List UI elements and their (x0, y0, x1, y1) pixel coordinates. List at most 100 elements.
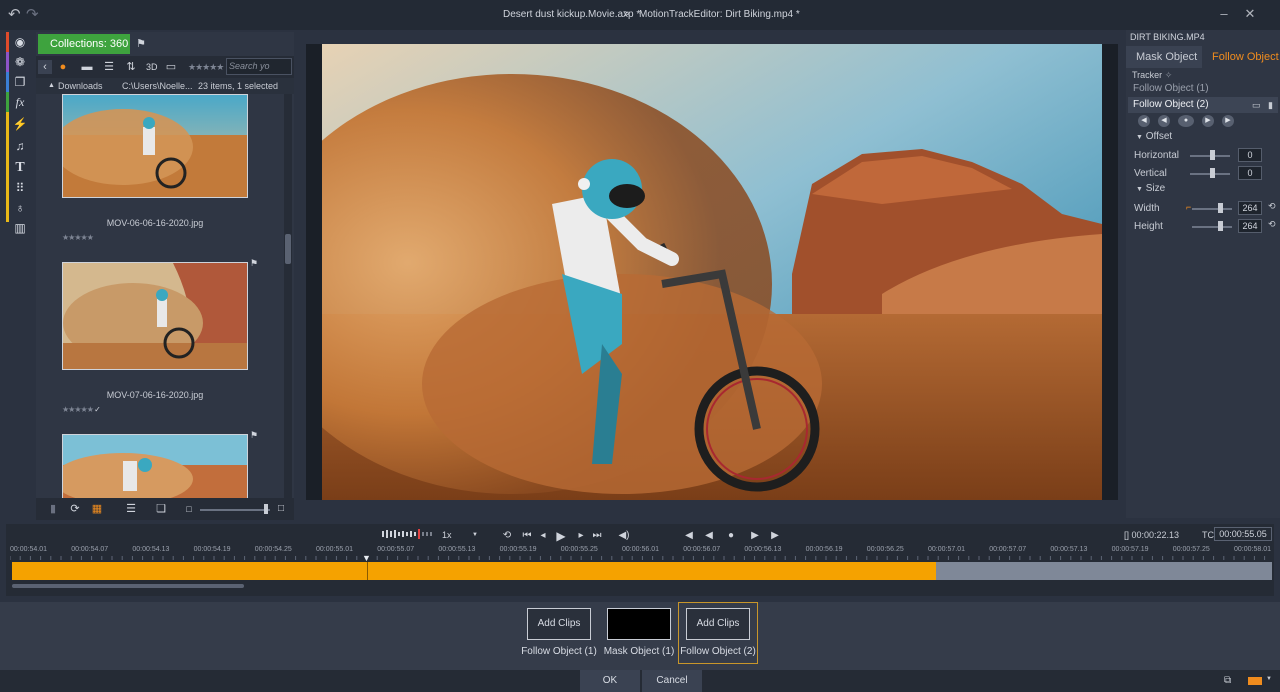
mask-object-slot[interactable] (607, 608, 671, 640)
thumbnail-2-rating[interactable]: ★★★★★ ✓ (62, 405, 101, 414)
object-row-2[interactable]: Follow Object (2) ▭ ▮ (1128, 97, 1278, 113)
thumbnail-1[interactable] (62, 94, 248, 198)
collections-button[interactable]: Collections: 360 (38, 34, 130, 54)
track-forward-icon[interactable]: ▶ (1202, 115, 1214, 127)
volume-icon[interactable]: ◀) (614, 529, 634, 543)
project-icon[interactable]: ❐ (6, 72, 34, 92)
track-toggle-icon[interactable]: ● (1178, 115, 1194, 127)
loop-icon[interactable]: ⟲ (500, 529, 514, 543)
height-reset-icon[interactable]: ⟲ (1268, 219, 1276, 230)
tab-mask-object[interactable]: Mask Object (1126, 46, 1202, 68)
music-icon[interactable]: ♫ (6, 136, 34, 156)
title-icon[interactable]: T (6, 158, 34, 178)
vertical-slider-knob[interactable] (1210, 168, 1215, 178)
tl-track-toggle-icon[interactable]: ● (724, 529, 738, 543)
large-thumb-icon[interactable]: □ (274, 502, 288, 516)
thumbnail-1-rating[interactable]: ★★★★★ (62, 233, 94, 242)
timeline-scrollbar[interactable] (12, 584, 244, 588)
delete-icon[interactable]: ▮ (46, 502, 60, 516)
small-thumb-icon[interactable]: □ (182, 502, 196, 516)
breadcrumb-project[interactable]: Desert dust kickup.Movie.axp * (503, 9, 640, 20)
layout-icon[interactable] (1248, 677, 1262, 685)
prev-frame-icon[interactable]: ◀ (1138, 115, 1150, 127)
sort-icon[interactable]: ⇅ (124, 60, 138, 74)
thumbnail-2[interactable] (62, 262, 248, 370)
height-slider[interactable] (1192, 226, 1232, 228)
go-start-icon[interactable]: ⏮ (520, 529, 534, 543)
add-clips-button-2[interactable]: Add Clips (686, 608, 750, 640)
list-view-icon[interactable]: ☰ (102, 60, 116, 74)
timeline-ruler[interactable]: 00:00:54.01 00:00:54.07 00:00:54.13 00:00:5… (10, 544, 1272, 560)
minimize-icon[interactable]: – (1214, 4, 1234, 24)
import-icon[interactable]: ◉ (6, 32, 34, 52)
width-input[interactable]: 264 (1238, 201, 1262, 215)
object-row-1[interactable]: Follow Object (1) (1128, 81, 1278, 97)
filter-icon[interactable]: ● (56, 60, 70, 74)
tl-prev-frame-icon[interactable]: ◀ (682, 529, 696, 543)
list-options-icon[interactable]: ☰ (124, 502, 138, 516)
slot-label-3: Follow Object (2) (680, 646, 756, 657)
height-input[interactable]: 264 (1238, 219, 1262, 233)
tl-next-frame-icon[interactable]: ▶ (768, 529, 782, 543)
add-tracker-icon[interactable]: ✧ (1165, 70, 1173, 80)
width-slider-knob[interactable] (1218, 203, 1223, 213)
zoom-slider[interactable] (200, 509, 270, 511)
tl-track-forward-icon[interactable]: ▶ (748, 529, 762, 543)
flag-icon[interactable]: ⚑ (134, 37, 148, 51)
size-section[interactable]: ▼ Size (1136, 183, 1165, 194)
grid-view-icon[interactable]: ▦ (90, 502, 104, 516)
height-slider-knob[interactable] (1218, 221, 1223, 231)
timecode-input[interactable]: 00:00:55.05 (1214, 527, 1272, 541)
close-icon[interactable]: ✕ (1240, 4, 1260, 24)
fullscreen-icon[interactable]: ⧉ (1224, 675, 1231, 686)
refresh-icon[interactable]: ⟳ (68, 502, 82, 516)
add-clips-button-1[interactable]: Add Clips (527, 608, 591, 640)
undo-icon[interactable]: ↶ (8, 7, 24, 23)
width-reset-icon[interactable]: ⟲ (1268, 201, 1276, 212)
track-back-icon[interactable]: ◀ (1158, 115, 1170, 127)
media-icon[interactable]: ❁ (6, 52, 34, 72)
play-icon[interactable]: ▶ (554, 529, 568, 543)
effects-icon[interactable]: fx (6, 92, 34, 112)
montage-icon[interactable]: ⠿ (6, 178, 34, 198)
thumbnail-3[interactable] (62, 434, 248, 498)
folder-icon[interactable]: ▬ (80, 60, 94, 74)
redo-icon[interactable]: ↷ (26, 7, 42, 23)
zoom-slider-knob[interactable] (264, 504, 268, 514)
tl-track-back-icon[interactable]: ◀ (702, 529, 716, 543)
rating-filter[interactable]: ★★★★★ (188, 62, 224, 73)
horizontal-slider-knob[interactable] (1210, 150, 1215, 160)
view-3d-button[interactable]: 3D (146, 62, 158, 72)
cancel-button[interactable]: Cancel (642, 670, 702, 692)
step-back-icon[interactable]: ◂ (536, 529, 550, 543)
library-scrollbar[interactable] (284, 94, 292, 498)
step-forward-icon[interactable]: ▸ (574, 529, 588, 543)
vertical-input[interactable]: 0 (1238, 166, 1262, 180)
monitor-icon[interactable]: ▭ (1252, 97, 1261, 113)
library-scroll-knob[interactable] (285, 234, 291, 264)
chapters-icon[interactable]: ▥ (6, 218, 34, 238)
trash-icon[interactable]: ▮ (1268, 97, 1273, 113)
collapse-icon[interactable]: ▲ (48, 78, 55, 94)
cinema-icon[interactable]: ▭ (164, 60, 178, 74)
video-viewer[interactable] (322, 44, 1102, 500)
layout-caret-icon[interactable]: ▼ (1266, 676, 1272, 682)
search-input[interactable]: Search yo (226, 58, 292, 75)
transitions-icon[interactable]: ⚡ (6, 114, 34, 134)
horizontal-input[interactable]: 0 (1238, 148, 1262, 162)
width-slider[interactable] (1192, 208, 1232, 210)
chat-icon[interactable]: ❏ (154, 502, 168, 516)
tab-follow-object[interactable]: Follow Object (1202, 46, 1280, 68)
next-frame-icon[interactable]: ▶ (1222, 115, 1234, 127)
sound-icon[interactable]: ♁ (6, 198, 34, 218)
speed-dropdown[interactable]: 1x ▼ (442, 528, 480, 542)
thumbnail-2-name: MOV-07-06-16-2020.jpg (106, 390, 204, 400)
offset-section[interactable]: ▼ Offset (1136, 131, 1172, 142)
link-aspect-icon[interactable]: ⌐ (1186, 202, 1191, 212)
back-icon[interactable]: ‹ (38, 60, 52, 74)
vertical-label: Vertical (1134, 168, 1167, 179)
clip-track[interactable] (12, 562, 1272, 580)
ok-button[interactable]: OK (580, 670, 640, 692)
size-label: Size (1145, 183, 1166, 194)
go-end-icon[interactable]: ⏭ (590, 529, 604, 543)
